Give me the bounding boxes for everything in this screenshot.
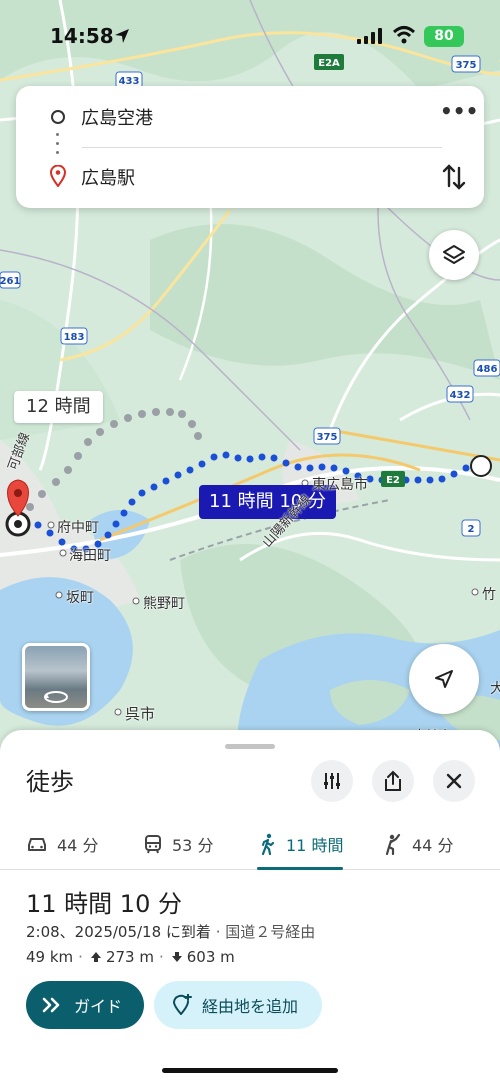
guide-button[interactable]: ガイド bbox=[26, 981, 144, 1029]
battery-indicator: 80 bbox=[424, 26, 464, 47]
my-location-button[interactable] bbox=[409, 644, 479, 714]
home-indicator bbox=[162, 1068, 338, 1073]
ascent-arrow-icon bbox=[90, 952, 101, 962]
ride-hailing-icon bbox=[385, 833, 401, 855]
tab-car-label: 44 分 bbox=[57, 836, 99, 855]
active-tab-indicator bbox=[257, 867, 343, 870]
rotate-360-icon bbox=[44, 691, 68, 703]
destination-pin-icon bbox=[50, 165, 66, 187]
destination-field[interactable]: 広島駅 bbox=[81, 164, 135, 190]
shield-e2: E2 bbox=[386, 475, 400, 486]
tab-ride-label: 44 分 bbox=[412, 836, 454, 855]
tab-walk-label: 11 時間 bbox=[286, 836, 344, 855]
location-arrow-icon bbox=[115, 29, 129, 43]
close-icon bbox=[446, 773, 462, 789]
close-button[interactable] bbox=[433, 760, 475, 802]
shield-432: 432 bbox=[450, 390, 471, 401]
share-icon bbox=[385, 770, 401, 791]
route-stats: 49 km · 273 m · 603 m bbox=[26, 948, 235, 966]
layers-icon bbox=[443, 245, 465, 264]
route-descent: 603 m bbox=[186, 948, 235, 966]
street-view-thumbnail[interactable] bbox=[22, 643, 90, 711]
add-stop-button[interactable]: 経由地を追加 bbox=[154, 981, 322, 1029]
place-kaita: 海田町 bbox=[69, 548, 111, 564]
place-takehara: 竹 bbox=[482, 587, 496, 603]
route-via: 国道２号経由 bbox=[225, 923, 316, 941]
sheet-grabber[interactable] bbox=[225, 744, 275, 749]
shield-2: 2 bbox=[468, 524, 475, 535]
battery-level: 80 bbox=[434, 28, 454, 44]
tab-walk[interactable]: 11 時間 bbox=[260, 818, 343, 870]
place-otake: 大 bbox=[490, 681, 500, 697]
tune-icon bbox=[324, 773, 340, 789]
directions-panel: 徒歩 44 分 53 分 11 時間 44 分 11 時間 10 分 2:08、… bbox=[0, 730, 500, 1085]
status-bar: 14:58 80 bbox=[0, 0, 500, 74]
origin-field[interactable]: 広島空港 bbox=[81, 104, 153, 130]
tab-transit-label: 53 分 bbox=[172, 836, 214, 855]
alt-route-time-label[interactable]: 12 時間 bbox=[14, 391, 103, 423]
directions-card: 広島空港 広島駅 ••• bbox=[16, 86, 484, 208]
car-icon bbox=[28, 838, 46, 851]
tab-car[interactable]: 44 分 bbox=[27, 818, 98, 870]
walk-icon bbox=[261, 833, 275, 855]
route-options-button[interactable] bbox=[311, 760, 353, 802]
shield-261: 261 bbox=[0, 276, 20, 287]
transit-icon bbox=[145, 835, 161, 854]
place-higashihiroshima: 東広島市 bbox=[312, 477, 368, 493]
place-kure: 呉市 bbox=[125, 705, 156, 723]
status-time: 14:58 bbox=[50, 24, 114, 48]
share-button[interactable] bbox=[372, 760, 414, 802]
swap-icon[interactable] bbox=[440, 162, 468, 192]
descent-arrow-icon bbox=[171, 952, 182, 962]
origin-circle-icon bbox=[51, 110, 65, 124]
signal-icon bbox=[357, 28, 382, 44]
destination-row[interactable]: 広島駅 bbox=[16, 148, 484, 206]
route-duration: 11 時間 10 分 bbox=[26, 890, 182, 918]
arrival-time: 2:08、2025/05/18 に到着 bbox=[26, 923, 211, 941]
navigation-arrow-icon bbox=[435, 670, 453, 688]
guide-button-label: ガイド bbox=[74, 997, 123, 1016]
add-stop-label: 経由地を追加 bbox=[202, 997, 299, 1016]
route-ascent: 273 m bbox=[105, 948, 154, 966]
origin-marker[interactable] bbox=[470, 455, 492, 477]
travel-mode-tabs: 44 分 53 分 11 時間 44 分 bbox=[0, 818, 500, 870]
shield-375: 375 bbox=[317, 432, 338, 443]
shield-486: 486 bbox=[477, 364, 498, 375]
origin-row[interactable]: 広島空港 bbox=[16, 88, 484, 146]
map[interactable]: E2A 375 433 183 486 432 375 E2 261 2 14:… bbox=[0, 0, 500, 760]
add-location-icon bbox=[172, 994, 192, 1015]
shield-183: 183 bbox=[64, 332, 85, 343]
more-options-icon[interactable]: ••• bbox=[440, 101, 478, 128]
place-saka: 坂町 bbox=[66, 590, 94, 606]
tab-transit[interactable]: 53 分 bbox=[144, 818, 213, 870]
route-distance: 49 km bbox=[26, 948, 74, 966]
tab-ride[interactable]: 44 分 bbox=[384, 818, 453, 870]
mode-title: 徒歩 bbox=[26, 768, 74, 796]
place-kumano: 熊野町 bbox=[143, 596, 185, 612]
wifi-icon bbox=[392, 26, 416, 44]
arrival-info: 2:08、2025/05/18 に到着 · 国道２号経由 bbox=[26, 923, 316, 941]
double-chevron-icon bbox=[42, 997, 60, 1013]
place-fuchu: 府中町 bbox=[57, 520, 99, 536]
layers-button[interactable] bbox=[429, 230, 479, 280]
